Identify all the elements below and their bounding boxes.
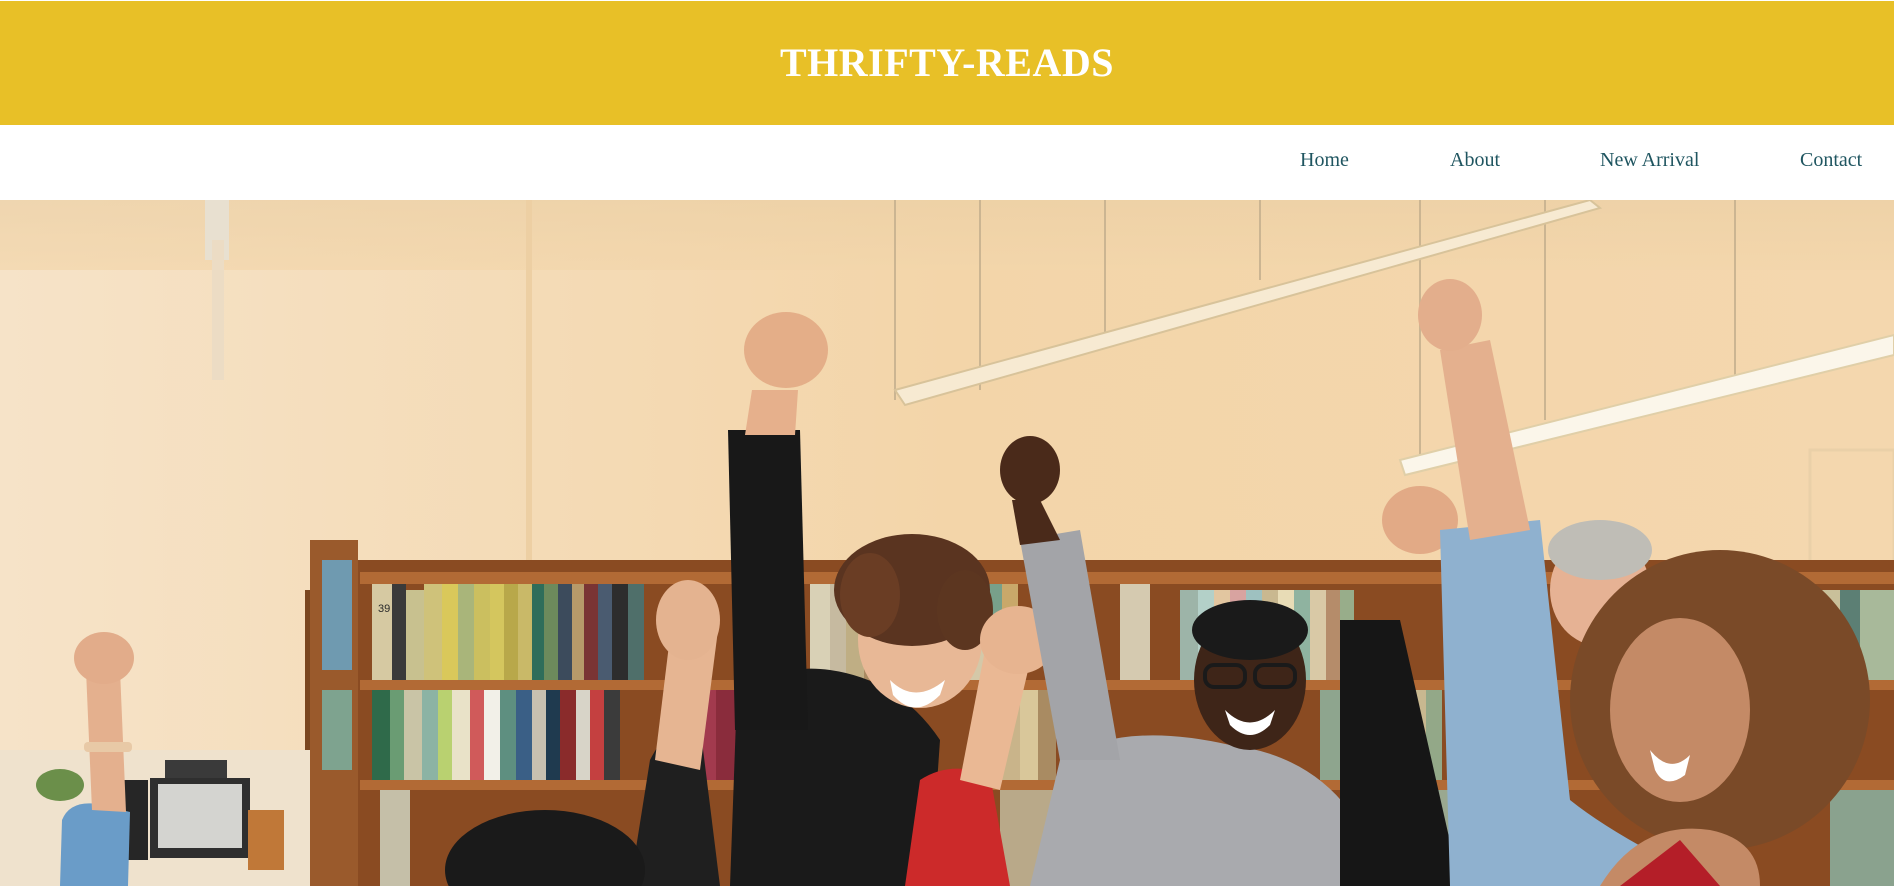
page: THRIFTY-READS Home About New Arrival Con… xyxy=(0,0,1894,886)
shelf-label: 39 xyxy=(378,603,390,615)
main-nav: Home About New Arrival Contact xyxy=(0,125,1894,200)
site-title: THRIFTY-READS xyxy=(780,39,1114,85)
hero-photo-illustration: 39 xyxy=(0,200,1894,886)
site-header: THRIFTY-READS xyxy=(0,1,1894,125)
nav-link-new-arrival[interactable]: New Arrival xyxy=(1600,149,1699,172)
hero-image: 39 xyxy=(0,200,1894,886)
nav-link-contact[interactable]: Contact xyxy=(1800,149,1862,172)
nav-link-about[interactable]: About xyxy=(1450,149,1500,172)
nav-link-home[interactable]: Home xyxy=(1300,149,1349,172)
